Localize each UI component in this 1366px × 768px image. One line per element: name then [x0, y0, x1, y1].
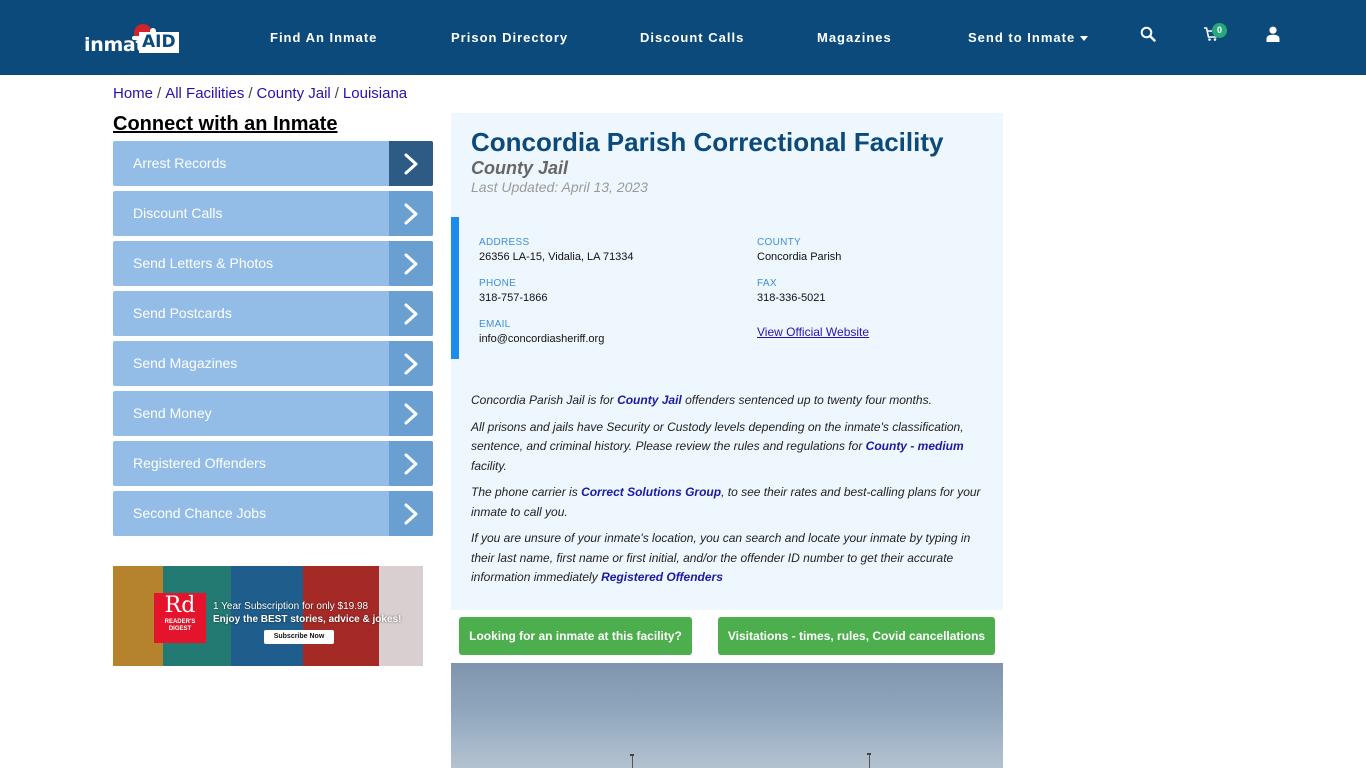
readers-digest-logo: Rd READER'S DIGEST: [154, 593, 206, 643]
fax-value: 318-336-5021: [757, 292, 826, 304]
description-paragraph: The phone carrier is Correct Solutions G…: [471, 483, 986, 522]
sidebar-item-label: Send Money: [133, 405, 212, 421]
description-paragraph: All prisons and jails have Security or C…: [471, 418, 986, 477]
chevron-right-icon: [389, 491, 433, 536]
breadcrumb-separator: /: [248, 85, 253, 102]
email-value[interactable]: info@concordiasheriff.org: [479, 333, 604, 345]
email-label: EMAIL: [479, 319, 511, 330]
logo-accent: AID: [139, 32, 179, 53]
inmateaid-logo[interactable]: inmate AID: [84, 22, 184, 56]
nav-discount-calls[interactable]: Discount Calls: [640, 30, 744, 45]
breadcrumb-county-jail[interactable]: County Jail: [257, 85, 331, 102]
find-inmate-at-facility-button[interactable]: Looking for an inmate at this facility?: [459, 617, 692, 655]
phone-field: PHONE 318-757-1866: [479, 278, 548, 304]
text: facility.: [471, 458, 507, 473]
county-medium-link[interactable]: County - medium: [866, 439, 964, 453]
breadcrumb-louisiana[interactable]: Louisiana: [343, 85, 407, 102]
county-label: COUNTY: [757, 237, 802, 248]
light-pole-lamp: [630, 754, 634, 756]
chevron-right-icon: [389, 191, 433, 236]
registered-offenders-link[interactable]: Registered Offenders: [601, 570, 723, 584]
cart-count-badge: 0: [1212, 23, 1227, 38]
ad-tagline: Enjoy the BEST stories, advice & jokes!: [213, 614, 402, 625]
breadcrumb-home[interactable]: Home: [113, 85, 153, 102]
chevron-right-icon: [389, 141, 433, 186]
chevron-right-icon: [389, 441, 433, 486]
view-official-website-link[interactable]: View Official Website: [757, 325, 869, 339]
phone-label: PHONE: [479, 278, 517, 289]
sidebar-item-send-letters-photos[interactable]: Send Letters & Photos: [113, 241, 433, 286]
facility-info-box: ADDRESS 26356 LA-15, Vidalia, LA 71334 C…: [451, 217, 1003, 359]
county-value: Concordia Parish: [757, 251, 842, 263]
light-pole: [869, 754, 870, 768]
readers-digest-ad-banner[interactable]: Rd READER'S DIGEST 1 Year Subscription f…: [113, 566, 423, 666]
nav-send-to-inmate-label: Send to Inmate: [968, 30, 1076, 45]
sidebar-item-send-money[interactable]: Send Money: [113, 391, 433, 436]
sidebar-item-label: Send Letters & Photos: [133, 255, 274, 271]
email-field: EMAIL info@concordiasheriff.org: [479, 319, 604, 345]
description-paragraph: Concordia Parish Jail is for County Jail…: [471, 391, 986, 411]
sidebar-item-send-magazines[interactable]: Send Magazines: [113, 341, 433, 386]
sidebar-item-registered-offenders[interactable]: Registered Offenders: [113, 441, 433, 486]
user-icon[interactable]: [1266, 26, 1286, 46]
address-field: ADDRESS 26356 LA-15, Vidalia, LA 71334: [479, 237, 634, 263]
subscribe-now-button[interactable]: Subscribe Now: [264, 630, 334, 644]
phone-value[interactable]: 318-757-1866: [479, 292, 548, 304]
nav-prison-directory[interactable]: Prison Directory: [451, 30, 568, 45]
county-field: COUNTY Concordia Parish: [757, 237, 841, 263]
sidebar-item-discount-calls[interactable]: Discount Calls: [113, 191, 433, 236]
facility-panel: Concordia Parish Correctional Facility C…: [451, 113, 1003, 610]
sidebar-item-label: Send Postcards: [133, 305, 232, 321]
sidebar-item-label: Send Magazines: [133, 355, 238, 371]
fax-label: FAX: [757, 278, 777, 289]
light-pole: [632, 755, 633, 768]
breadcrumb: Home / All Facilities / County Jail / Louisian…: [113, 85, 407, 102]
nav-magazines[interactable]: Magazines: [817, 30, 892, 45]
facility-photo: [451, 663, 1003, 768]
nav-find-an-inmate[interactable]: Find An Inmate: [270, 30, 377, 45]
sidebar-item-label: Second Chance Jobs: [133, 505, 267, 521]
last-updated: Last Updated: April 13, 2023: [471, 179, 648, 195]
light-pole-lamp: [867, 753, 871, 755]
sidebar-item-label: Registered Offenders: [133, 455, 266, 471]
description-paragraph: If you are unsure of your inmate's locat…: [471, 529, 986, 588]
text: The phone carrier is: [471, 485, 582, 499]
sidebar-menu: Arrest Records Discount Calls Send Lette…: [113, 141, 433, 541]
sidebar-item-send-postcards[interactable]: Send Postcards: [113, 291, 433, 336]
nav-send-to-inmate[interactable]: Send to Inmate: [968, 30, 1089, 45]
logo-mark: Rd: [164, 593, 196, 618]
sidebar-item-label: Discount Calls: [133, 205, 223, 221]
chevron-right-icon: [389, 341, 433, 386]
caret-down-icon: [1080, 36, 1089, 42]
website-field: View Official Website: [757, 323, 869, 341]
address-value: 26356 LA-15, Vidalia, LA 71334: [479, 251, 634, 263]
chevron-right-icon: [389, 241, 433, 286]
county-jail-link[interactable]: County Jail: [617, 393, 682, 407]
text: offenders sentenced up to twenty four mo…: [681, 393, 932, 407]
chevron-right-icon: [389, 391, 433, 436]
search-icon[interactable]: [1140, 26, 1160, 46]
fax-field: FAX 318-336-5021: [757, 278, 826, 304]
correct-solutions-group-link[interactable]: Correct Solutions Group: [581, 485, 721, 499]
sidebar-item-label: Arrest Records: [133, 155, 227, 171]
ad-offer-text: 1 Year Subscription for only $19.98: [213, 601, 369, 612]
chevron-right-icon: [389, 291, 433, 336]
breadcrumb-separator: /: [334, 85, 339, 102]
sidebar-item-second-chance-jobs[interactable]: Second Chance Jobs: [113, 491, 433, 536]
address-label: ADDRESS: [479, 237, 530, 248]
visitations-button[interactable]: Visitations - times, rules, Covid cancel…: [718, 617, 995, 655]
facility-description: Concordia Parish Jail is for County Jail…: [471, 391, 986, 595]
breadcrumb-separator: /: [157, 85, 162, 102]
logo-name: READER'S DIGEST: [164, 619, 196, 632]
facility-title: Concordia Parish Correctional Facility: [471, 127, 944, 157]
top-navbar: inmate AID Find An Inmate Prison Directo…: [0, 0, 1366, 75]
breadcrumb-all-facilities[interactable]: All Facilities: [165, 85, 244, 102]
facility-type: County Jail: [471, 158, 569, 178]
sidebar-title[interactable]: Connect with an Inmate: [113, 113, 337, 136]
text: Concordia Parish Jail is for: [471, 393, 618, 407]
sidebar-item-arrest-records[interactable]: Arrest Records: [113, 141, 433, 186]
